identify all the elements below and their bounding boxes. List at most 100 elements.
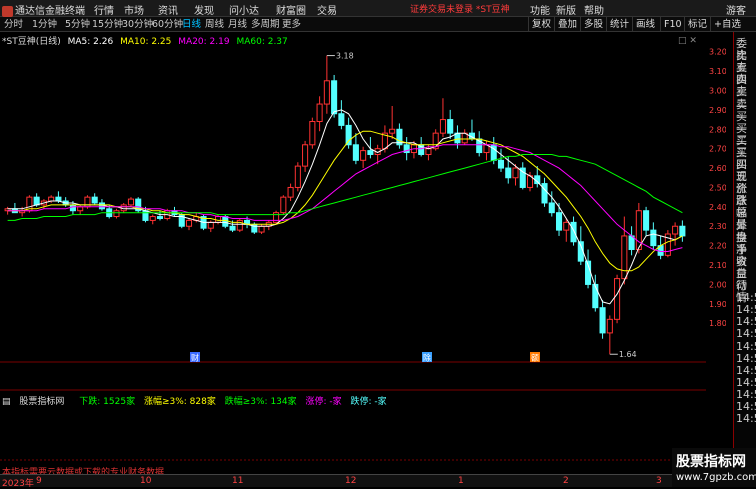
menu-market[interactable]: 市场	[124, 2, 144, 17]
candle-body	[323, 80, 330, 105]
period-timeshare[interactable]: 分时	[2, 18, 25, 31]
app-logo-icon	[2, 5, 13, 17]
candle-body	[338, 113, 345, 126]
candle-body	[316, 103, 323, 123]
legend-ma5: MA5: 2.26	[67, 37, 114, 47]
candle	[316, 96, 323, 132]
candle-body	[280, 196, 287, 214]
candle-body	[287, 186, 294, 198]
menu-new-version[interactable]: 新版	[556, 2, 576, 17]
menu-functions[interactable]: 功能	[530, 2, 550, 17]
period-daily[interactable]: 日线	[180, 18, 203, 31]
candle	[323, 55, 330, 114]
candle-body	[142, 210, 149, 221]
sub-indicator-name[interactable]: ▤ 股票指标网	[2, 397, 73, 407]
menu-help[interactable]: 帮助	[584, 2, 604, 17]
price-tick: 2.80	[709, 125, 726, 134]
app-title: 通达信金融终端	[2, 2, 85, 17]
menu-discover[interactable]: 发现	[194, 2, 214, 17]
tool-adjust[interactable]: 复权	[528, 17, 554, 32]
legend-ma10: MA10: 2.25	[120, 37, 172, 47]
indicator-menu-icon: ▤	[2, 397, 11, 407]
restore-icon[interactable]: □	[678, 36, 687, 46]
period-monthly[interactable]: 月线	[226, 18, 249, 31]
app-name: 通达信金融终端	[15, 6, 85, 17]
candle-body	[439, 119, 446, 134]
candle-body	[69, 204, 76, 212]
candle-body	[185, 219, 193, 227]
period-1min[interactable]: 1分钟	[30, 18, 59, 31]
candle-body	[592, 283, 599, 309]
candle	[447, 109, 454, 139]
tool-stats[interactable]: 统计	[606, 17, 632, 32]
tool-multi-stock[interactable]: 多股	[580, 17, 606, 32]
candle	[309, 117, 316, 149]
candle	[185, 218, 193, 231]
close-icon[interactable]: ✕	[689, 36, 697, 46]
quote-label: 14:55	[736, 412, 756, 426]
sub-limit-up: 涨停: -家	[305, 397, 342, 407]
date-label: 1	[458, 476, 464, 486]
date-label: 2023年	[2, 479, 34, 489]
candle	[497, 148, 505, 172]
menu-xiaoda[interactable]: 问小达	[229, 2, 259, 17]
candle-body	[294, 165, 301, 188]
candle-body	[331, 80, 338, 115]
tool-add-watch[interactable]: +自选	[710, 17, 744, 32]
quote-label: 14:55	[736, 327, 756, 341]
price-tick: 3.10	[709, 67, 726, 76]
period-multi[interactable]: 多周期	[249, 18, 282, 31]
user-label[interactable]: 游客	[726, 2, 746, 17]
candle	[171, 206, 178, 217]
date-axis: 2023年 9 10 11 12 1 2 3	[0, 474, 733, 489]
candle-body	[650, 229, 657, 247]
date-label: 9	[36, 476, 42, 486]
tool-mark[interactable]: 标记	[684, 17, 710, 32]
price-tick: 1.80	[709, 319, 726, 328]
event-marker-label: 除	[423, 353, 431, 363]
candle-body	[91, 196, 98, 204]
menu-wealth[interactable]: 财富圈	[276, 2, 306, 17]
date-label: 2	[563, 476, 569, 486]
candle-body	[309, 121, 316, 146]
candle	[403, 137, 410, 161]
quote-label: 14:55	[736, 363, 756, 377]
sub-down-count: 下跌: 1525家	[79, 397, 136, 407]
date-label: 10	[140, 476, 152, 486]
candle	[302, 140, 309, 172]
candle-body	[599, 307, 606, 334]
date-label: 11	[232, 476, 244, 486]
candle-body	[236, 219, 243, 231]
candle	[606, 315, 613, 355]
candle-body	[302, 144, 309, 167]
kline-chart[interactable]: 3.18 1.64 财 除 额	[0, 32, 706, 474]
login-notice[interactable]: 证券交易未登录 *ST豆神	[410, 2, 510, 15]
sub-limit-down: 跌停: -家	[350, 397, 387, 407]
candle-body	[570, 221, 577, 243]
candle-body	[127, 198, 135, 206]
window-controls[interactable]: □ ✕	[678, 36, 697, 46]
tool-draw[interactable]: 画线	[632, 17, 658, 32]
candle	[614, 274, 621, 324]
period-more[interactable]: 更多	[280, 18, 303, 31]
menu-news[interactable]: 资讯	[158, 2, 178, 17]
tool-overlay[interactable]: 叠加	[554, 17, 580, 32]
candle	[389, 106, 396, 139]
candle	[672, 222, 679, 246]
candle	[519, 162, 526, 190]
period-5min[interactable]: 5分钟	[63, 18, 92, 31]
sub-down3-count: 跌幅≥3%: 134家	[224, 397, 297, 407]
price-tick: 2.30	[709, 222, 726, 231]
candle-body	[156, 216, 164, 219]
candle	[628, 226, 635, 256]
menu-quotes[interactable]: 行情	[94, 2, 114, 17]
price-tick: 2.90	[709, 106, 726, 115]
period-weekly[interactable]: 周线	[203, 18, 226, 31]
candle-body	[48, 196, 55, 202]
tool-f10[interactable]: F10	[660, 17, 685, 32]
candle	[461, 129, 468, 145]
title-bar: 通达信金融终端 行情 市场 资讯 发现 问小达 财富圈 交易 证券交易未登录 *…	[0, 0, 756, 17]
menu-trade[interactable]: 交易	[317, 2, 337, 17]
candle	[664, 230, 671, 258]
candle-body	[447, 119, 454, 134]
